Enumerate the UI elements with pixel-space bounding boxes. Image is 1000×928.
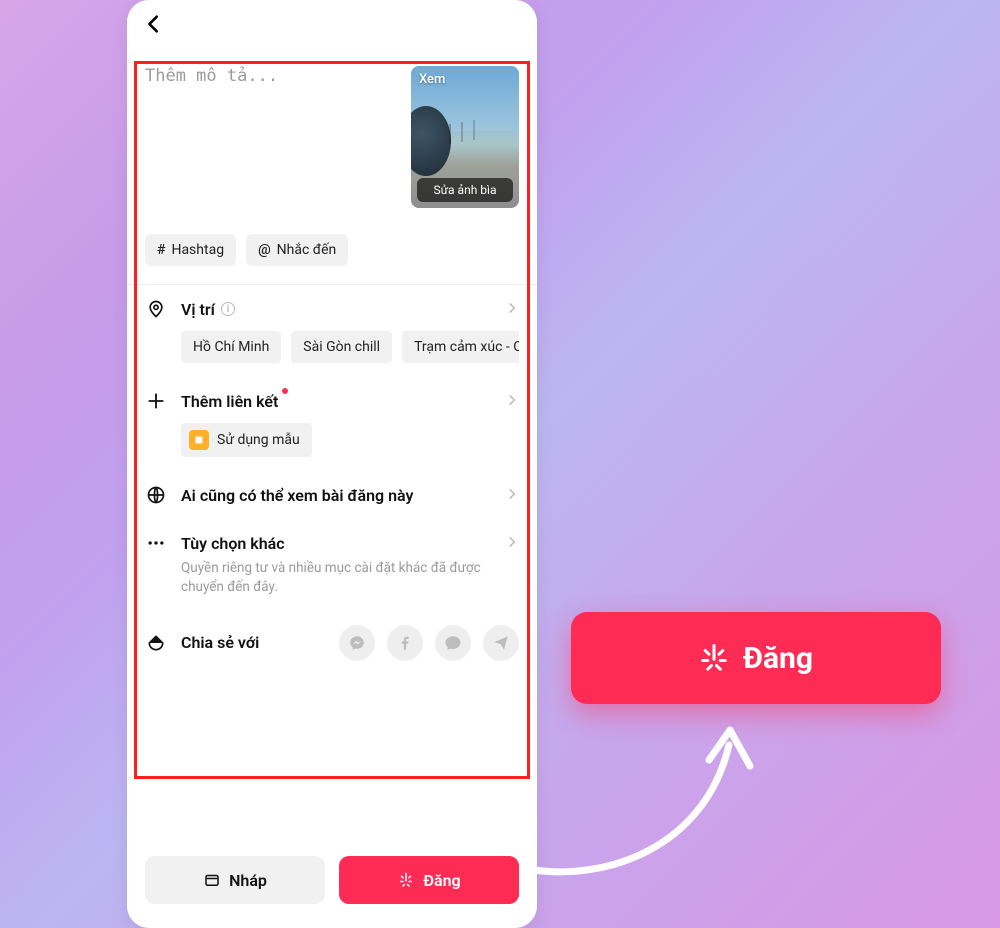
add-link-title: Thêm liên kết [181,392,278,411]
share-title: Chia sẻ với [181,633,259,652]
share-icon [145,633,167,653]
mention-button[interactable]: @ Nhắc đến [246,234,348,266]
edit-cover-button[interactable]: Sửa ảnh bìa [417,178,513,202]
back-icon[interactable] [143,13,165,39]
template-label: Sử dụng mẫu [217,432,300,448]
globe-icon [145,485,167,505]
hash-icon: # [157,242,165,258]
content-area: Xem Sửa ảnh bìa # Hashtag @ Nhắc đến [127,52,537,856]
location-row[interactable]: Vị trí i Hồ Chí Minh Sài Gòn chill Trạm … [127,285,537,377]
share-row: Chia sẻ với [127,611,537,675]
location-chip[interactable]: Sài Gòn chill [291,331,392,363]
location-chip[interactable]: Trạm cảm xúc - Cafe ru [402,331,519,363]
chat-icon[interactable] [435,625,471,661]
location-title: Vị trí i [181,300,235,319]
more-icon [145,533,167,553]
phone-frame: Xem Sửa ảnh bìa # Hashtag @ Nhắc đến [127,0,537,928]
callout-post-button[interactable]: Đăng [571,612,941,704]
facebook-icon[interactable] [387,625,423,661]
more-subtitle: Quyền riêng tư và nhiều mục cài đặt khác… [181,559,519,597]
messenger-icon[interactable] [339,625,375,661]
notification-dot-icon [282,388,288,394]
hashtag-button[interactable]: # Hashtag [145,234,236,266]
chevron-right-icon [505,534,519,553]
bottom-bar: Nháp Đăng [127,856,537,928]
draft-button[interactable]: Nháp [145,856,325,904]
annotation-arrow-icon [514,700,774,890]
share-targets [339,625,519,661]
location-pin-icon [145,299,167,319]
send-icon[interactable] [483,625,519,661]
description-input[interactable] [145,66,399,216]
use-template-button[interactable]: Sử dụng mẫu [181,423,312,457]
sparkle-icon [699,643,729,673]
draft-label: Nháp [229,871,267,890]
at-icon: @ [258,242,271,258]
hashtag-label: Hashtag [171,242,224,258]
video-thumbnail[interactable]: Xem Sửa ảnh bìa [411,66,519,208]
chevron-right-icon [505,392,519,411]
info-icon: i [221,302,235,316]
privacy-row[interactable]: Ai cũng có thể xem bài đăng này [127,471,537,519]
post-button[interactable]: Đăng [339,856,519,904]
privacy-title: Ai cũng có thể xem bài đăng này [181,486,413,505]
thumbnail-view-label: Xem [419,72,445,87]
location-suggestions: Hồ Chí Minh Sài Gòn chill Trạm cảm xúc -… [181,331,519,363]
chevron-right-icon [505,300,519,319]
location-chip[interactable]: Hồ Chí Minh [181,331,281,363]
post-label: Đăng [423,871,460,890]
chevron-right-icon [505,486,519,505]
pills-row: # Hashtag @ Nhắc đến [127,222,537,284]
more-title: Tùy chọn khác [181,534,285,553]
header [127,0,537,52]
callout-label: Đăng [743,641,813,676]
description-row: Xem Sửa ảnh bìa [127,52,537,222]
more-options-row[interactable]: Tùy chọn khác Quyền riêng tư và nhiều mụ… [127,519,537,611]
mention-label: Nhắc đến [277,242,337,258]
plus-icon [145,391,167,411]
add-link-row[interactable]: Thêm liên kết Sử dụng mẫu [127,377,537,471]
template-icon [189,430,209,450]
